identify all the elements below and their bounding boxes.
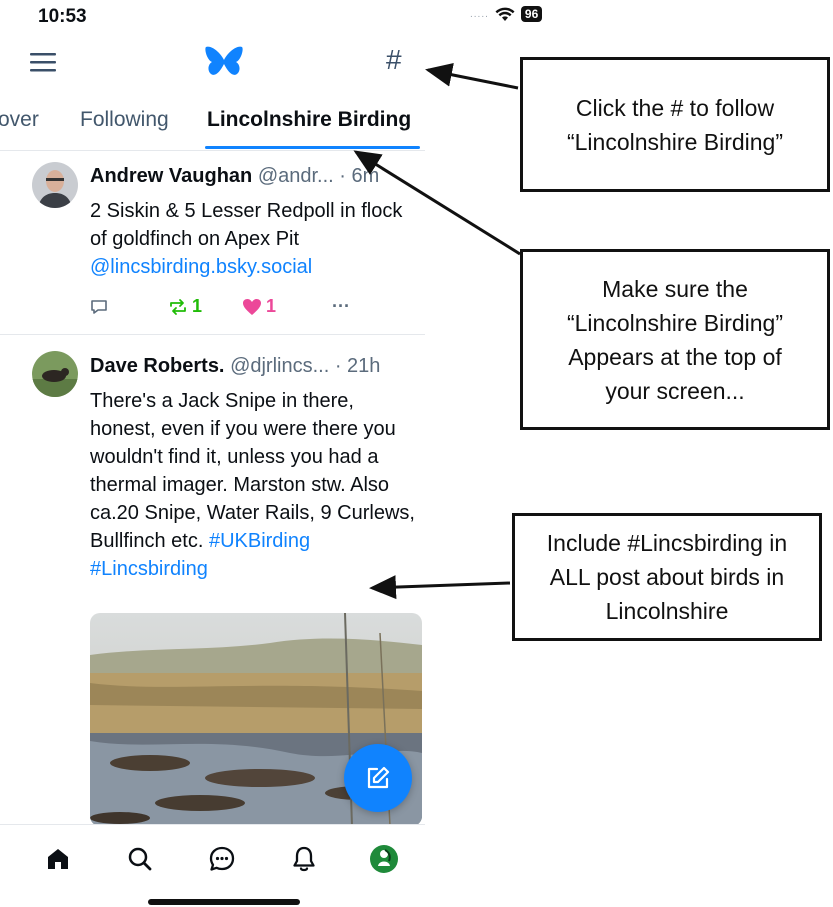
heart-icon	[243, 298, 262, 315]
post-author-line[interactable]: Dave Roberts. @djrlincs... · 21h	[90, 355, 380, 378]
wifi-icon	[495, 7, 515, 21]
post-author-line[interactable]: Andrew Vaughan @andr... · 6m	[90, 165, 379, 188]
callout-top: Make sure the “Lincolnshire Birding” App…	[520, 249, 830, 430]
pencil-icon	[367, 766, 390, 789]
status-indicators: ..... 96	[470, 6, 543, 22]
arrow-to-hashtags	[369, 575, 511, 600]
feed-tabs: over Following Lincolnshire Birding	[0, 104, 425, 151]
avatar[interactable]	[32, 351, 78, 397]
avatar[interactable]	[32, 162, 78, 208]
repost-count: 1	[192, 296, 203, 316]
bottom-navigation	[0, 824, 425, 895]
nav-chat[interactable]	[206, 843, 238, 875]
follow-feed-hash-button[interactable]: #	[386, 44, 402, 76]
nav-notifications[interactable]	[288, 843, 320, 875]
like-count: 1	[266, 296, 277, 316]
post-time: · 6m	[339, 165, 380, 187]
compose-button[interactable]	[344, 744, 412, 812]
repost-icon	[170, 298, 186, 315]
author-name[interactable]: Dave Roberts.	[90, 355, 225, 377]
post-body: There's a Jack Snipe in there, honest, e…	[90, 390, 415, 552]
more-options-button[interactable]: ···	[332, 296, 350, 317]
post-time: · 21h	[334, 355, 381, 377]
nav-profile[interactable]	[368, 843, 400, 875]
post-divider	[0, 334, 425, 335]
repost-button[interactable]: 1	[168, 296, 202, 317]
tab-lincolnshire-birding[interactable]: Lincolnshire Birding	[207, 108, 411, 132]
reply-icon[interactable]	[90, 298, 108, 316]
tab-following[interactable]: Following	[80, 108, 169, 132]
status-time: 10:53	[38, 6, 87, 27]
home-icon	[48, 849, 68, 869]
callout-follow: Click the # to follow “Lincolnshire Bird…	[520, 57, 830, 192]
callout-top-text: Make sure the “Lincolnshire Birding” App…	[566, 275, 784, 404]
post-body: 2 Siskin & 5 Lesser Redpoll in flock of …	[90, 200, 403, 250]
callout-follow-text: Click the # to follow “Lincolnshire Bird…	[566, 94, 784, 155]
callout-hashtag-text: Include #Lincsbirding in ALL post about …	[546, 530, 788, 624]
search-icon	[128, 847, 152, 871]
active-tab-indicator	[205, 146, 420, 149]
avatar-dave-roberts	[32, 351, 78, 397]
post-text: There's a Jack Snipe in there, honest, e…	[90, 387, 424, 583]
signal-icon: .....	[470, 8, 489, 20]
author-handle[interactable]: @andr...	[258, 165, 334, 187]
nav-home[interactable]	[42, 843, 74, 875]
chat-icon	[209, 846, 235, 871]
author-handle[interactable]: @djrlincs...	[230, 355, 329, 377]
tab-discover[interactable]: over	[0, 108, 39, 132]
home-indicator	[148, 899, 300, 905]
battery-icon: 96	[520, 6, 543, 22]
avatar-andrew-vaughan	[32, 162, 78, 208]
like-button[interactable]: 1	[242, 296, 276, 317]
butterfly-logo-icon	[205, 46, 243, 75]
post-actions: 1 1 ···	[90, 296, 380, 317]
bell-icon	[293, 846, 315, 872]
mention-link[interactable]: @lincsbirding.bsky.social	[90, 256, 312, 278]
author-name[interactable]: Andrew Vaughan	[90, 165, 252, 187]
profile-avatar-icon	[370, 845, 398, 873]
nav-search[interactable]	[124, 843, 156, 875]
post-text: 2 Siskin & 5 Lesser Redpoll in flock of …	[90, 197, 420, 281]
arrow-to-hash	[425, 62, 519, 90]
menu-icon[interactable]	[30, 52, 56, 72]
callout-hashtag: Include #Lincsbirding in ALL post about …	[512, 513, 822, 641]
